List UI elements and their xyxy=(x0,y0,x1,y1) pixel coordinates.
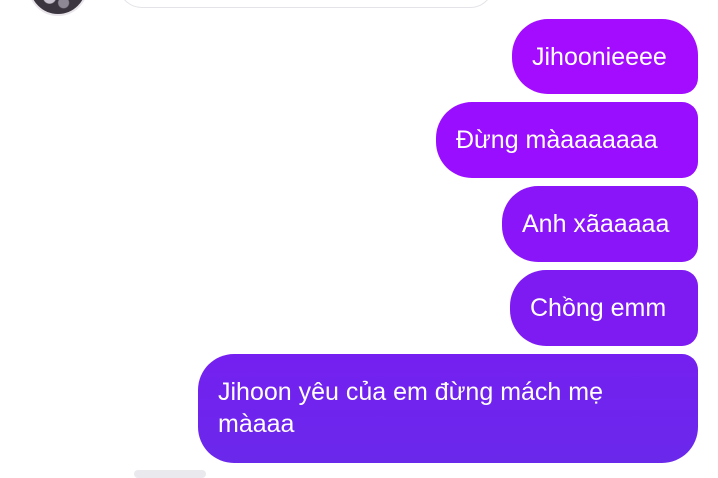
sent-message-bubble[interactable]: Chồng emm xyxy=(510,270,698,346)
sent-message-bubble[interactable]: Đừng màaaaaaaa xyxy=(436,102,698,178)
sent-message-bubble[interactable]: Anh xãaaaaa xyxy=(502,186,698,262)
sent-message-bubble[interactable]: Jihoonieeee xyxy=(512,19,698,94)
sent-message-bubble[interactable]: Jihoon yêu của em đừng mách mẹ màaaa xyxy=(198,354,698,463)
next-message-edge xyxy=(134,470,206,478)
received-message-bubble xyxy=(118,0,494,8)
contact-avatar[interactable] xyxy=(28,0,88,16)
